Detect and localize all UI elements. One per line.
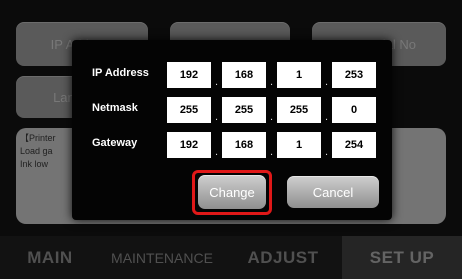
- separator-dot: .: [325, 146, 329, 158]
- setup-screen: IP Address Serial No Language 【Printer L…: [0, 0, 462, 279]
- ip-octet-3[interactable]: 1: [277, 62, 321, 88]
- separator-dot: .: [325, 76, 329, 88]
- netmask-label: Netmask: [92, 102, 138, 114]
- separator-dot: .: [270, 111, 274, 123]
- netmask-row: Netmask 255 . 255 . 255 . 0: [72, 97, 392, 123]
- ip-octet-4[interactable]: 253: [332, 62, 376, 88]
- separator-dot: .: [215, 111, 219, 123]
- gateway-row: Gateway 192 . 168 . 1 . 254: [72, 132, 392, 158]
- gateway-label: Gateway: [92, 137, 138, 149]
- netmask-octet-2[interactable]: 255: [222, 97, 266, 123]
- cancel-button[interactable]: Cancel: [287, 176, 379, 208]
- gateway-octet-2[interactable]: 168: [222, 132, 266, 158]
- separator-dot: .: [215, 146, 219, 158]
- ip-octet-1[interactable]: 192: [167, 62, 211, 88]
- netmask-octet-1[interactable]: 255: [167, 97, 211, 123]
- separator-dot: .: [215, 76, 219, 88]
- gateway-octet-3[interactable]: 1: [277, 132, 321, 158]
- ip-address-label: IP Address: [92, 67, 149, 79]
- netmask-octet-4[interactable]: 0: [332, 97, 376, 123]
- ip-octet-2[interactable]: 168: [222, 62, 266, 88]
- gateway-octet-1[interactable]: 192: [167, 132, 211, 158]
- gateway-octet-4[interactable]: 254: [332, 132, 376, 158]
- network-settings-dialog: IP Address 192 . 168 . 1 . 253 Netmask 2…: [72, 40, 392, 220]
- netmask-octet-3[interactable]: 255: [277, 97, 321, 123]
- separator-dot: .: [325, 111, 329, 123]
- separator-dot: .: [270, 146, 274, 158]
- change-button[interactable]: Change: [198, 175, 266, 209]
- separator-dot: .: [270, 76, 274, 88]
- ip-address-row: IP Address 192 . 168 . 1 . 253: [72, 62, 392, 88]
